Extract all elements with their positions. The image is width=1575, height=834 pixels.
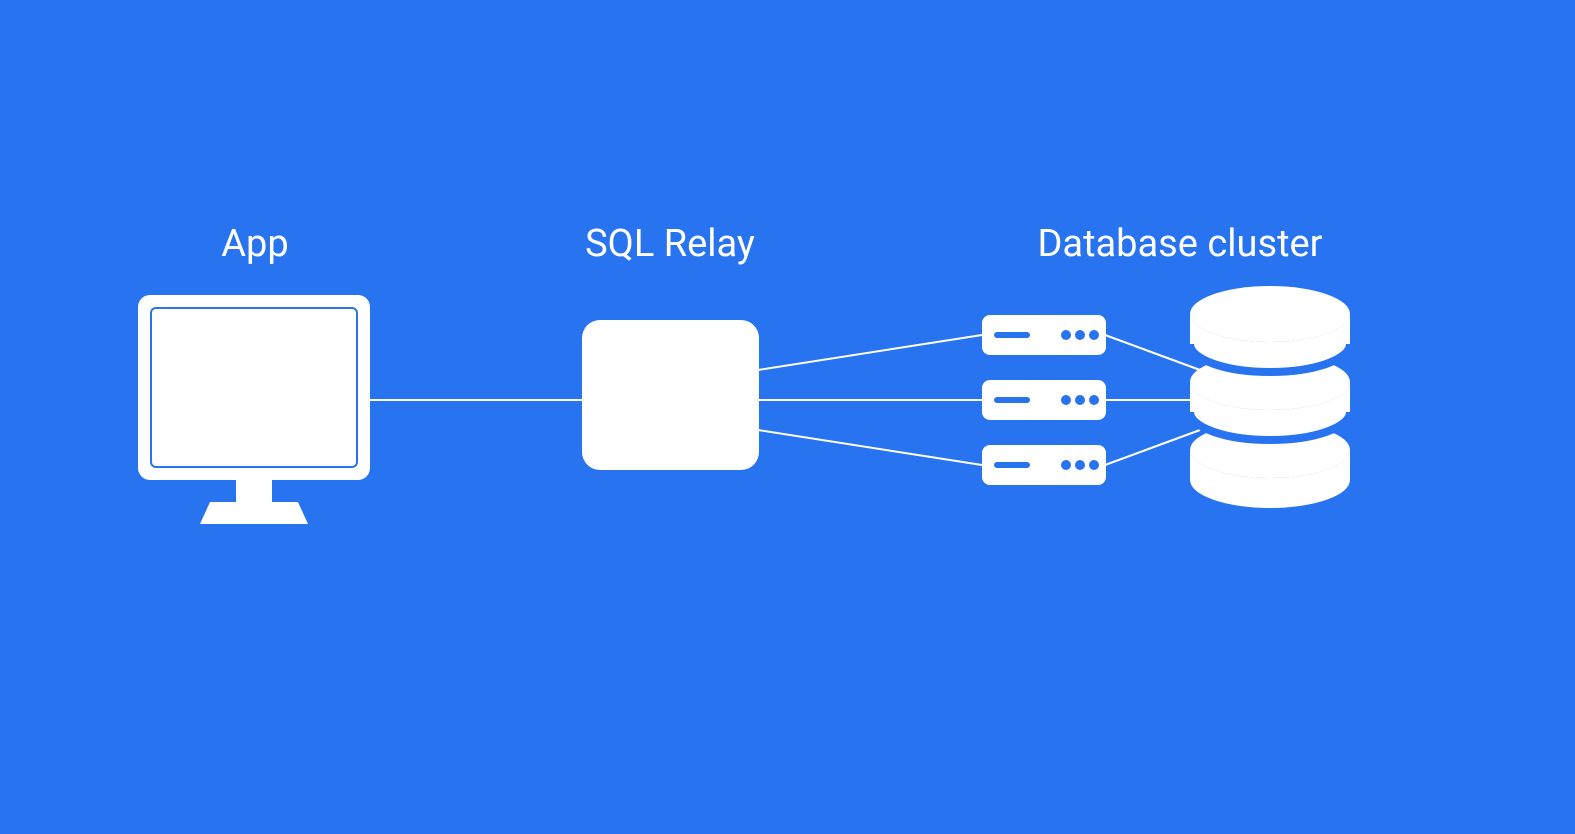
relay-box-icon bbox=[582, 320, 759, 470]
connection-server1-db bbox=[1105, 335, 1200, 370]
server-stack-icon bbox=[982, 315, 1106, 485]
diagram-svg bbox=[0, 0, 1575, 834]
server-icon bbox=[982, 380, 1106, 420]
database-cylinder-icon bbox=[1190, 286, 1350, 508]
server-icon bbox=[982, 445, 1106, 485]
monitor-icon bbox=[138, 295, 370, 524]
architecture-diagram: App SQL Relay Database cluster bbox=[0, 0, 1575, 834]
connection-relay-server3 bbox=[758, 430, 982, 465]
server-icon bbox=[982, 315, 1106, 355]
connection-relay-server1 bbox=[758, 335, 982, 370]
connection-server3-db bbox=[1105, 430, 1200, 465]
